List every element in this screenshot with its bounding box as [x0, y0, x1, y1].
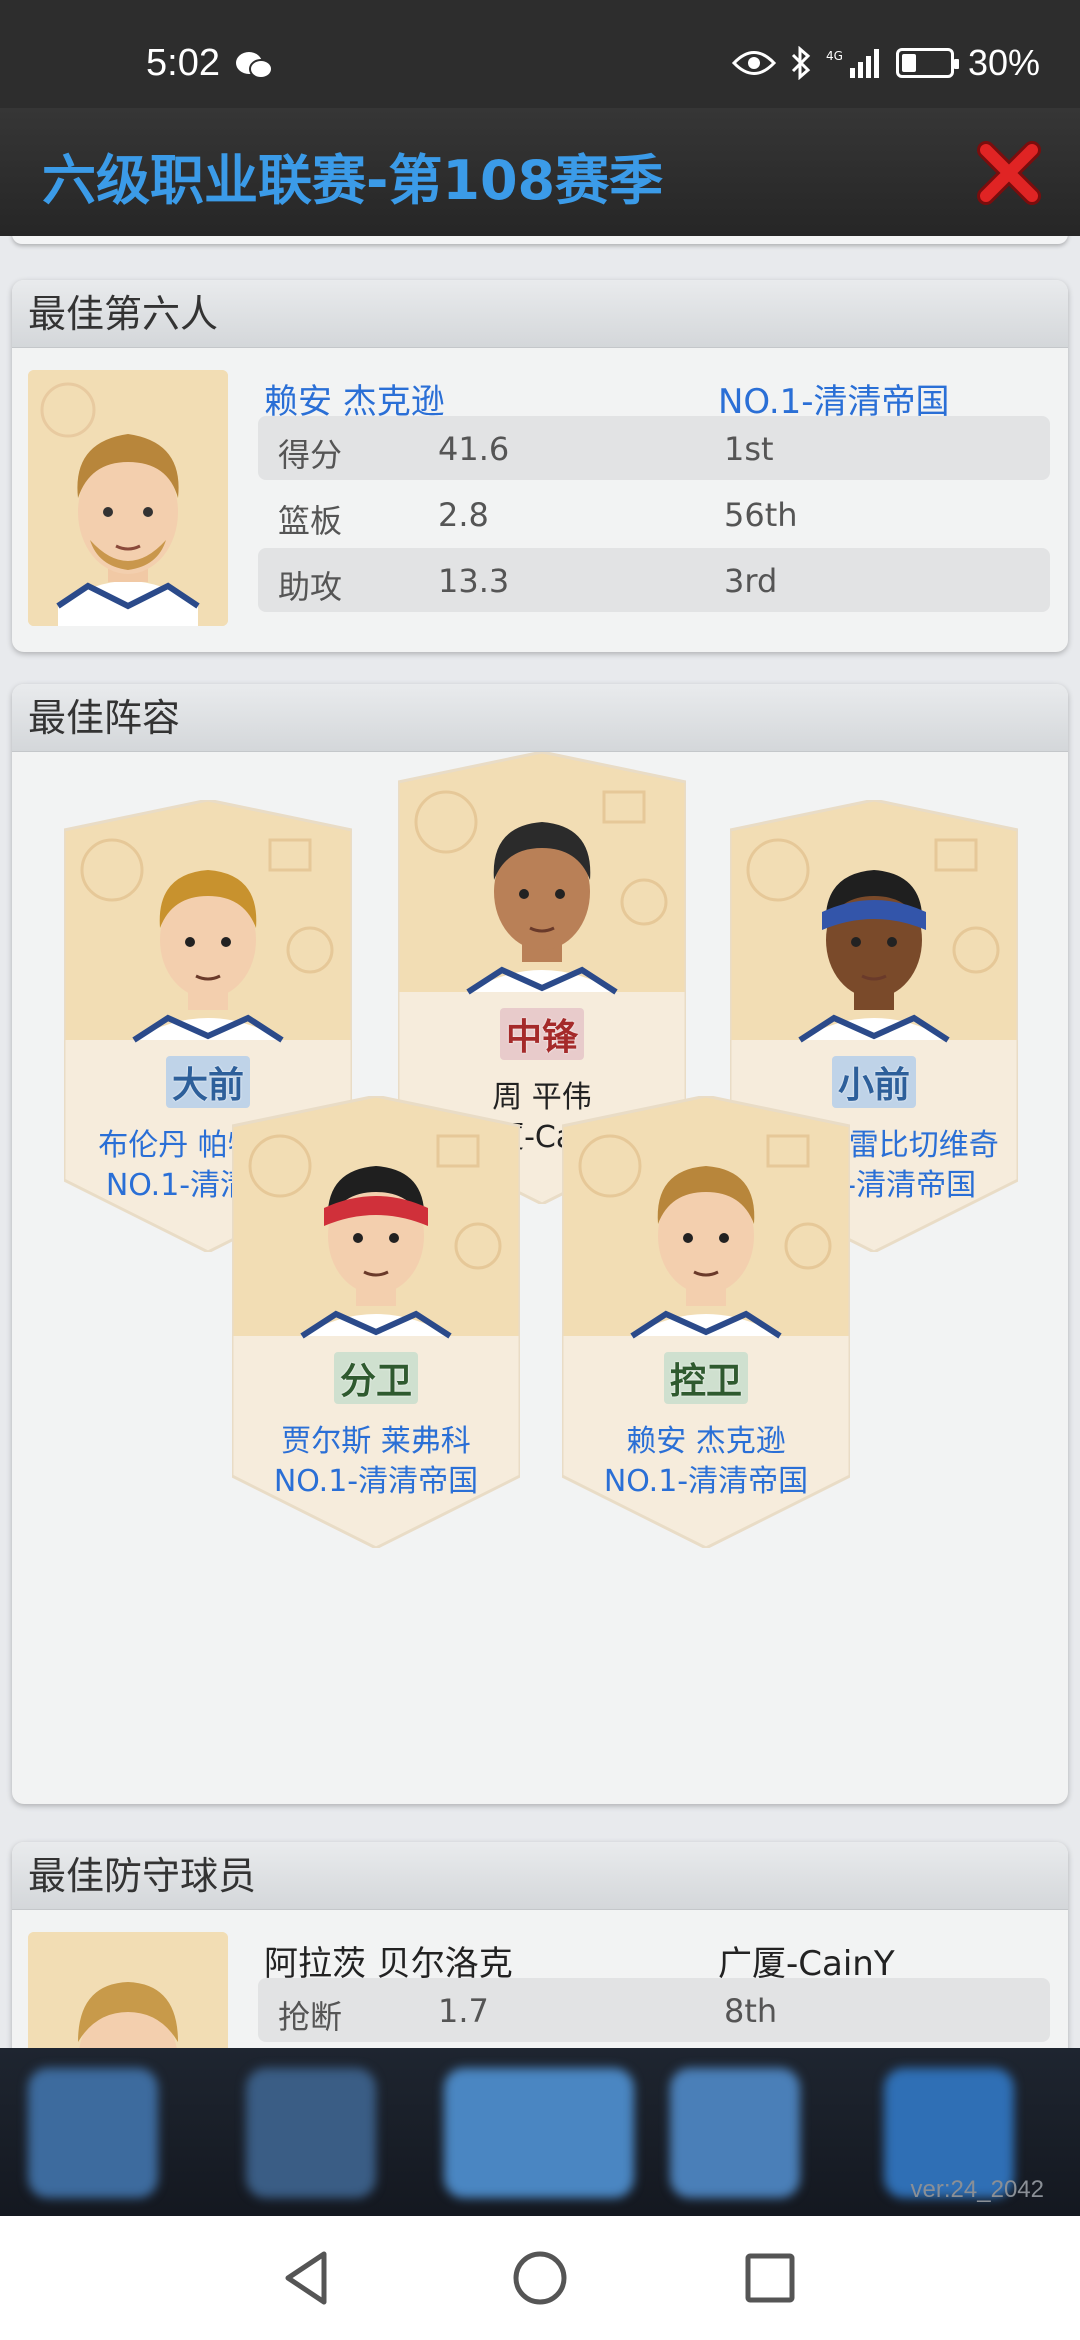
lineup-panel: 最佳阵容 大前 布伦丹 帕特里奇 NO.1-清清帝国 中锋 周 平伟 广厦-Ca… — [12, 684, 1068, 1804]
system-nav-bar — [0, 2216, 1080, 2340]
back-icon[interactable] — [276, 2246, 340, 2310]
position-badge: 分卫 — [232, 1352, 520, 1404]
battery-icon — [895, 48, 959, 78]
previous-panel-edge — [12, 236, 1068, 244]
eye-icon — [731, 51, 776, 75]
defender-panel: 最佳防守球员 阿拉茨 贝尔洛克 广厦-CainY 抢断 1.7 8th — [12, 1842, 1068, 2048]
lineup-card[interactable]: 控卫赖安 杰克逊 NO.1-清清帝国 — [562, 1096, 850, 1548]
nav-chat-icon[interactable] — [670, 2068, 800, 2198]
close-icon[interactable] — [974, 138, 1044, 208]
stat-value: 13.3 — [438, 562, 510, 600]
version-label: ver:24_2042 — [910, 2176, 1044, 2203]
nav-yen-icon[interactable] — [246, 2068, 376, 2198]
recents-icon[interactable] — [738, 2246, 802, 2310]
battery-percent: 30% — [967, 42, 1040, 83]
position-badge: 控卫 — [562, 1352, 850, 1404]
player-portrait — [28, 370, 228, 626]
home-icon[interactable] — [508, 2246, 572, 2310]
page-title: 六级职业联赛-第108赛季 — [42, 149, 664, 212]
stat-row: 助攻 13.3 3rd — [258, 548, 1050, 612]
status-right: 4G 30% — [731, 42, 1040, 84]
content-scroll[interactable]: 最佳第六人 赖安 杰克逊 NO.1-清清帝国 得分 41.6 1st 篮板 2.… — [0, 236, 1080, 2048]
player-portrait — [28, 1932, 228, 2048]
status-bar: 5:02 4G 30% — [0, 0, 1080, 108]
lineup-card[interactable]: 分卫贾尔斯 莱弗科 NO.1-清清帝国 — [232, 1096, 520, 1548]
panel-title: 最佳阵容 — [12, 684, 1068, 752]
signal-icon: 4G — [826, 49, 879, 78]
position-label: 分卫 — [333, 1352, 418, 1404]
stat-value: 41.6 — [438, 430, 510, 468]
nav-court-icon[interactable] — [444, 2068, 634, 2198]
app-header: 六级职业联赛-第108赛季 — [0, 108, 1080, 236]
stat-label: 篮板 — [278, 502, 343, 540]
stat-row: 篮板 2.8 56th — [258, 482, 1050, 546]
sixth-man-panel: 最佳第六人 赖安 杰克逊 NO.1-清清帝国 得分 41.6 1st 篮板 2.… — [12, 280, 1068, 652]
stat-label: 得分 — [278, 436, 343, 474]
card-player-name[interactable]: 贾尔斯 莱弗科 — [232, 1416, 520, 1460]
player-avatar[interactable] — [28, 370, 228, 626]
stat-label: 抢断 — [278, 1998, 343, 2036]
card-team-name[interactable]: NO.1-清清帝国 — [232, 1456, 520, 1500]
nav-star-icon[interactable] — [28, 2068, 158, 2198]
panel-title: 最佳防守球员 — [12, 1842, 1068, 1910]
stat-row: 抢断 1.7 8th — [258, 1978, 1050, 2042]
status-time: 5:02 — [146, 42, 220, 84]
game-bottom-nav: ver:24_2042 — [0, 2048, 1080, 2216]
stat-rank: 56th — [724, 496, 798, 534]
stat-rank: 1st — [724, 430, 774, 468]
stat-value: 2.8 — [438, 496, 489, 534]
stat-label: 助攻 — [278, 568, 343, 606]
bluetooth-icon — [791, 46, 811, 80]
stat-value: 1.7 — [438, 1992, 489, 2030]
panel-title: 最佳第六人 — [12, 280, 1068, 348]
battery-level — [901, 54, 916, 72]
position-badge: 中锋 — [398, 1008, 686, 1060]
position-label: 中锋 — [499, 1008, 584, 1060]
stat-rank: 8th — [724, 1992, 778, 2030]
card-player-name[interactable]: 赖安 杰克逊 — [562, 1416, 850, 1460]
card-team-name[interactable]: NO.1-清清帝国 — [562, 1456, 850, 1500]
svg-text:4G: 4G — [826, 49, 843, 63]
position-label: 控卫 — [663, 1352, 748, 1404]
wechat-icon — [236, 52, 273, 79]
stat-rank: 3rd — [724, 562, 778, 600]
player-avatar[interactable] — [28, 1932, 228, 2048]
stat-row: 得分 41.6 1st — [258, 416, 1050, 480]
